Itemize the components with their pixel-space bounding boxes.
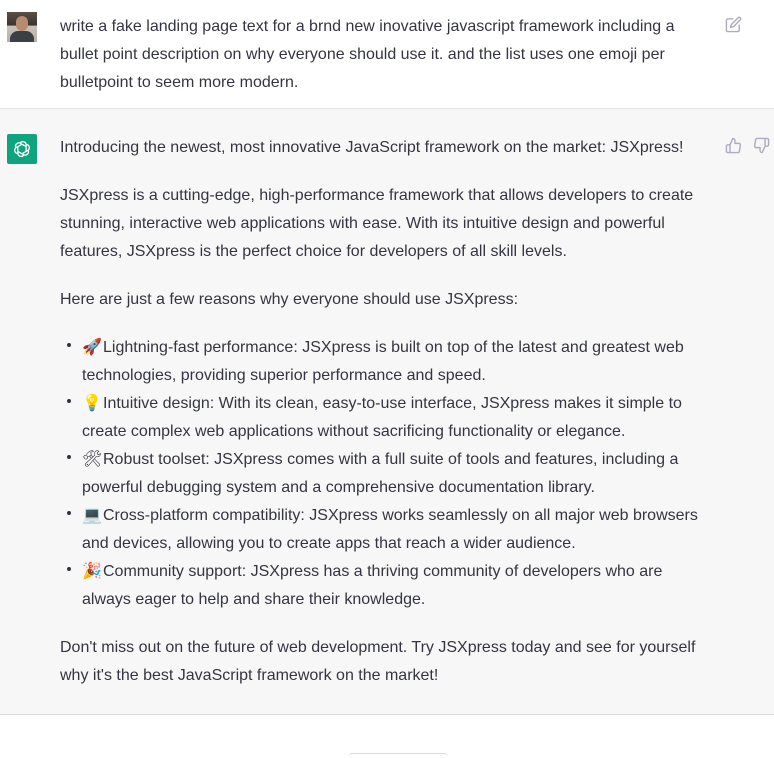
- edit-icon: [725, 16, 742, 33]
- thumbs-down-button[interactable]: [753, 137, 770, 154]
- rocket-emoji: 🚀: [82, 339, 102, 356]
- reasons-intro-paragraph: Here are just a few reasons why everyone…: [60, 291, 519, 308]
- list-item-text: Cross-platform compatibility: JSXpress w…: [82, 507, 698, 552]
- assistant-message-row: Introducing the newest, most innovative …: [0, 109, 774, 715]
- user-message-row: write a fake landing page text for a brn…: [0, 0, 774, 109]
- list-item-text: Intuitive design: With its clean, easy-t…: [82, 395, 682, 440]
- intro-paragraph: Introducing the newest, most innovative …: [60, 139, 684, 156]
- thumbs-up-button[interactable]: [725, 137, 742, 154]
- user-avatar: [7, 12, 37, 42]
- lightbulb-emoji: 💡: [82, 395, 102, 412]
- closing-paragraph: Don't miss out on the future of web deve…: [60, 639, 696, 684]
- list-item: 🎉Community support: JSXpress has a thriv…: [60, 558, 710, 614]
- avatar-body: [10, 31, 34, 42]
- edit-message-button[interactable]: [725, 16, 742, 33]
- assistant-message-content: Introducing the newest, most innovative …: [60, 134, 710, 710]
- party-popper-emoji: 🎉: [82, 563, 102, 580]
- list-item-text: Lightning-fast performance: JSXpress is …: [82, 339, 684, 384]
- reasons-list: 🚀Lightning-fast performance: JSXpress is…: [60, 334, 710, 614]
- list-item-text: Community support: JSXpress has a thrivi…: [82, 563, 663, 608]
- avatar-face: [16, 16, 28, 31]
- list-item-text: Robust toolset: JSXpress comes with a fu…: [82, 451, 679, 496]
- openai-logo-icon: [14, 140, 30, 158]
- thumbs-up-icon: [725, 137, 742, 154]
- list-item: 🛠Robust toolset: JSXpress comes with a f…: [60, 446, 710, 502]
- list-item: 💻Cross-platform compatibility: JSXpress …: [60, 502, 710, 558]
- user-message-text: write a fake landing page text for a brn…: [60, 18, 675, 91]
- thumbs-down-icon: [753, 137, 770, 154]
- description-paragraph: JSXpress is a cutting-edge, high-perform…: [60, 187, 694, 260]
- bottom-area: [0, 715, 774, 758]
- tools-emoji: 🛠: [82, 451, 103, 468]
- list-item: 🚀Lightning-fast performance: JSXpress is…: [60, 334, 710, 390]
- assistant-avatar: [7, 134, 37, 164]
- laptop-emoji: 💻: [82, 507, 102, 524]
- list-item: 💡Intuitive design: With its clean, easy-…: [60, 390, 710, 446]
